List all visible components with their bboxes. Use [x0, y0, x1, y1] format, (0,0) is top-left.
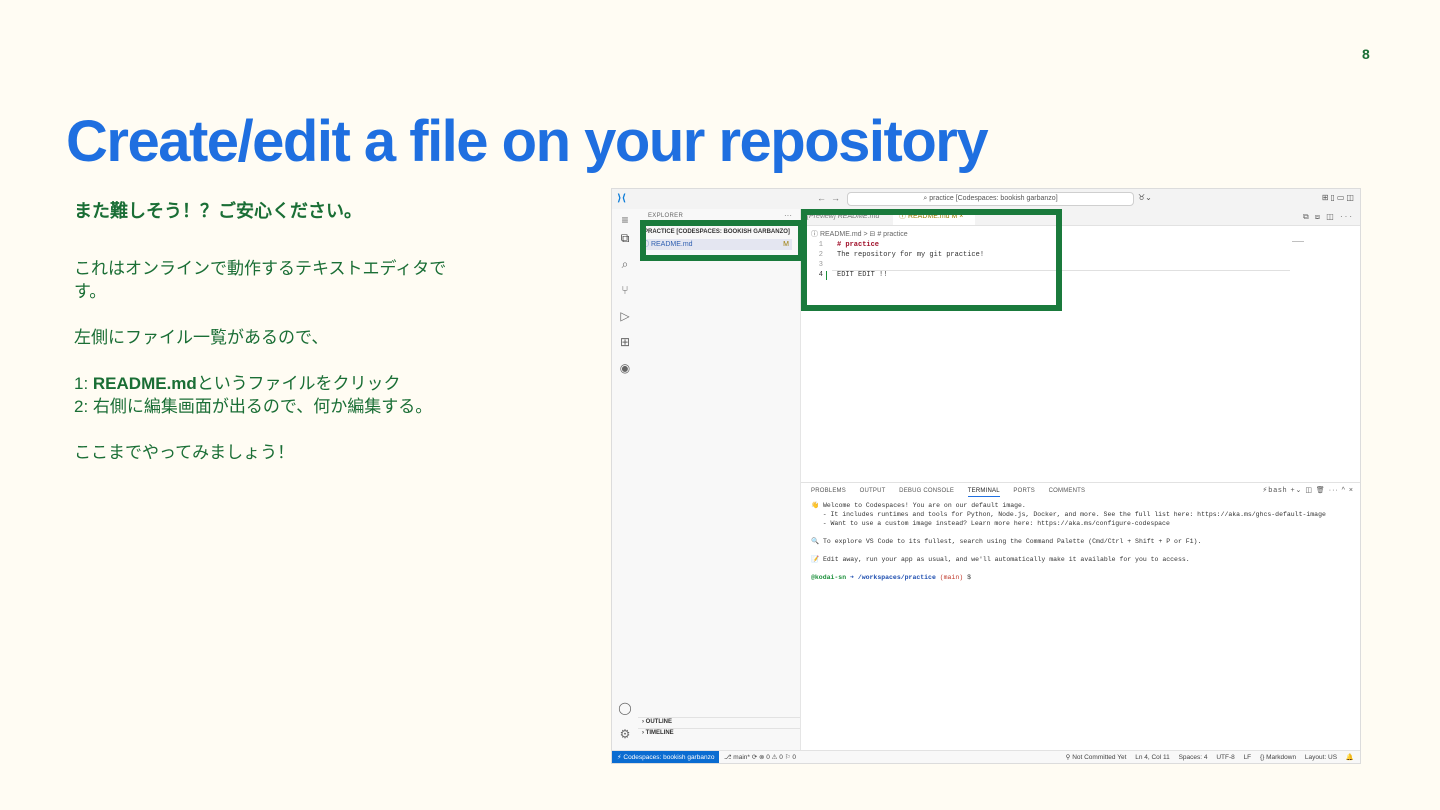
terminal-actions-icon[interactable]: ⚡bash +⌄ ◫ 🗑 ··· ^ ×: [1262, 486, 1354, 494]
prompt-branch: (main): [939, 574, 968, 581]
status-language[interactable]: {} Markdown: [1260, 754, 1296, 761]
highlight-box-filelist: [640, 220, 804, 261]
tab-debug-console[interactable]: DEBUG CONSOLE: [899, 488, 954, 494]
explorer-label: EXPLORER: [648, 213, 684, 219]
terminal-line: 🔍 To explore VS Code to its fullest, sea…: [811, 538, 1202, 545]
bottom-panel: PROBLEMS OUTPUT DEBUG CONSOLE TERMINAL P…: [801, 482, 1360, 751]
copilot-icon[interactable]: ♉⌄: [1138, 193, 1152, 202]
terminal-line: - It includes runtimes and tools for Pyt…: [811, 511, 1326, 518]
step-1-prefix: 1:: [74, 374, 93, 393]
vscode-logo-icon: ⟩⟨: [617, 193, 627, 204]
status-encoding[interactable]: UTF-8: [1216, 754, 1234, 761]
prompt-symbol: $: [967, 574, 971, 581]
tab-ports[interactable]: PORTS: [1013, 488, 1035, 494]
outline-section[interactable]: › OUTLINE: [642, 719, 672, 725]
prompt-user: @kodai-sn: [811, 574, 851, 581]
minimap[interactable]: ▬▬▬▬: [1292, 239, 1304, 243]
tab-problems[interactable]: PROBLEMS: [811, 488, 846, 494]
description-line: す。: [74, 282, 107, 301]
account-icon[interactable]: ◯: [612, 701, 638, 715]
remote-indicator[interactable]: ⚡ Codespaces: bookish garbanzo: [612, 751, 720, 763]
editor-actions-icon[interactable]: ⧉ ⧈ ◫ ···: [1303, 212, 1354, 222]
tab-output[interactable]: OUTPUT: [860, 488, 886, 494]
vscode-screenshot: ⟩⟨ ← → ⌕ practice [Codespaces: bookish g…: [611, 188, 1361, 764]
status-right: ⚲ Not Committed Yet Ln 4, Col 11 Spaces:…: [1059, 751, 1354, 763]
step-2: 2: 右側に編集画面が出るので、何か編集する。: [74, 397, 433, 416]
terminal-line: - Want to use a custom image instead? Le…: [811, 520, 1170, 527]
instructions: また難しそう！？ご安心ください。 これはオンラインで動作するテキストエディタで …: [74, 200, 544, 464]
tab-comments[interactable]: COMMENTS: [1049, 488, 1086, 494]
status-blame[interactable]: ⚲ Not Committed Yet: [1066, 754, 1127, 761]
status-eol[interactable]: LF: [1244, 754, 1252, 761]
prompt-path: ➜ /workspaces/practice: [850, 574, 940, 581]
notifications-bell-icon[interactable]: 🔔: [1346, 754, 1354, 761]
description-line: これはオンラインで動作するテキストエディタで: [74, 259, 447, 278]
menu-icon[interactable]: ≡: [612, 213, 638, 227]
source-control-icon[interactable]: ⑂: [612, 283, 638, 297]
activity-bar: ≡ ⧉ ⌕ ⑂ ▷ ⊞ ◉ ◯ ⚙: [612, 209, 639, 750]
command-search[interactable]: ⌕ practice [Codespaces: bookish garbanzo…: [847, 192, 1134, 206]
explorer-sidebar: EXPLORER ··· PRACTICE [CODESPACES: BOOKI…: [638, 209, 801, 750]
status-left[interactable]: ⎇ main* ⟳ ⊗ 0 ⚠ 0 ⚐ 0: [724, 751, 796, 763]
search-icon[interactable]: ⌕: [612, 257, 638, 272]
layout-icons[interactable]: ⊞▯▭◫: [1322, 193, 1356, 202]
status-indent[interactable]: Spaces: 4: [1179, 754, 1208, 761]
panel-tabs: PROBLEMS OUTPUT DEBUG CONSOLE TERMINAL P…: [811, 488, 1097, 497]
explorer-icon[interactable]: ⧉: [612, 231, 638, 246]
title-bar: ⟩⟨ ← → ⌕ practice [Codespaces: bookish g…: [612, 189, 1360, 210]
step-1-text: というファイルをクリック: [196, 374, 401, 393]
github-icon[interactable]: ◉: [612, 361, 638, 375]
nav-arrows-icon[interactable]: ← →: [817, 193, 840, 203]
page-number: 8: [1362, 46, 1370, 62]
timeline-section[interactable]: › TIMELINE: [642, 730, 674, 736]
settings-gear-icon[interactable]: ⚙: [612, 727, 638, 741]
run-debug-icon[interactable]: ▷: [612, 309, 638, 323]
status-layout[interactable]: Layout: US: [1305, 754, 1337, 761]
status-cursor[interactable]: Ln 4, Col 11: [1135, 754, 1170, 761]
closing-line: ここまでやってみましょう！: [74, 443, 295, 462]
terminal-prompt: @kodai-sn ➜ /workspaces/practice (main) …: [811, 573, 1351, 582]
highlight-box-editor: [801, 209, 1062, 311]
terminal-line: 👋 Welcome to Codespaces! You are on our …: [811, 502, 1026, 509]
subtitle: また難しそう！？ご安心ください。: [74, 201, 362, 221]
step-1: 1: README.mdというファイルをクリック: [74, 372, 544, 395]
terminal-line: 📝 Edit away, run your app as usual, and …: [811, 556, 1190, 563]
tab-terminal[interactable]: TERMINAL: [967, 488, 1000, 497]
terminal-output[interactable]: 👋 Welcome to Codespaces! You are on our …: [811, 501, 1351, 582]
slide-title: Create/edit a file on your repository: [66, 109, 989, 174]
description-line: 左側にファイル一覧があるので、: [74, 328, 329, 347]
extensions-icon[interactable]: ⊞: [612, 335, 638, 349]
more-actions-icon[interactable]: ···: [784, 211, 792, 220]
step-1-file: README.md: [92, 374, 197, 393]
status-bar: ⚡ Codespaces: bookish garbanzo ⎇ main* ⟳…: [612, 750, 1360, 763]
